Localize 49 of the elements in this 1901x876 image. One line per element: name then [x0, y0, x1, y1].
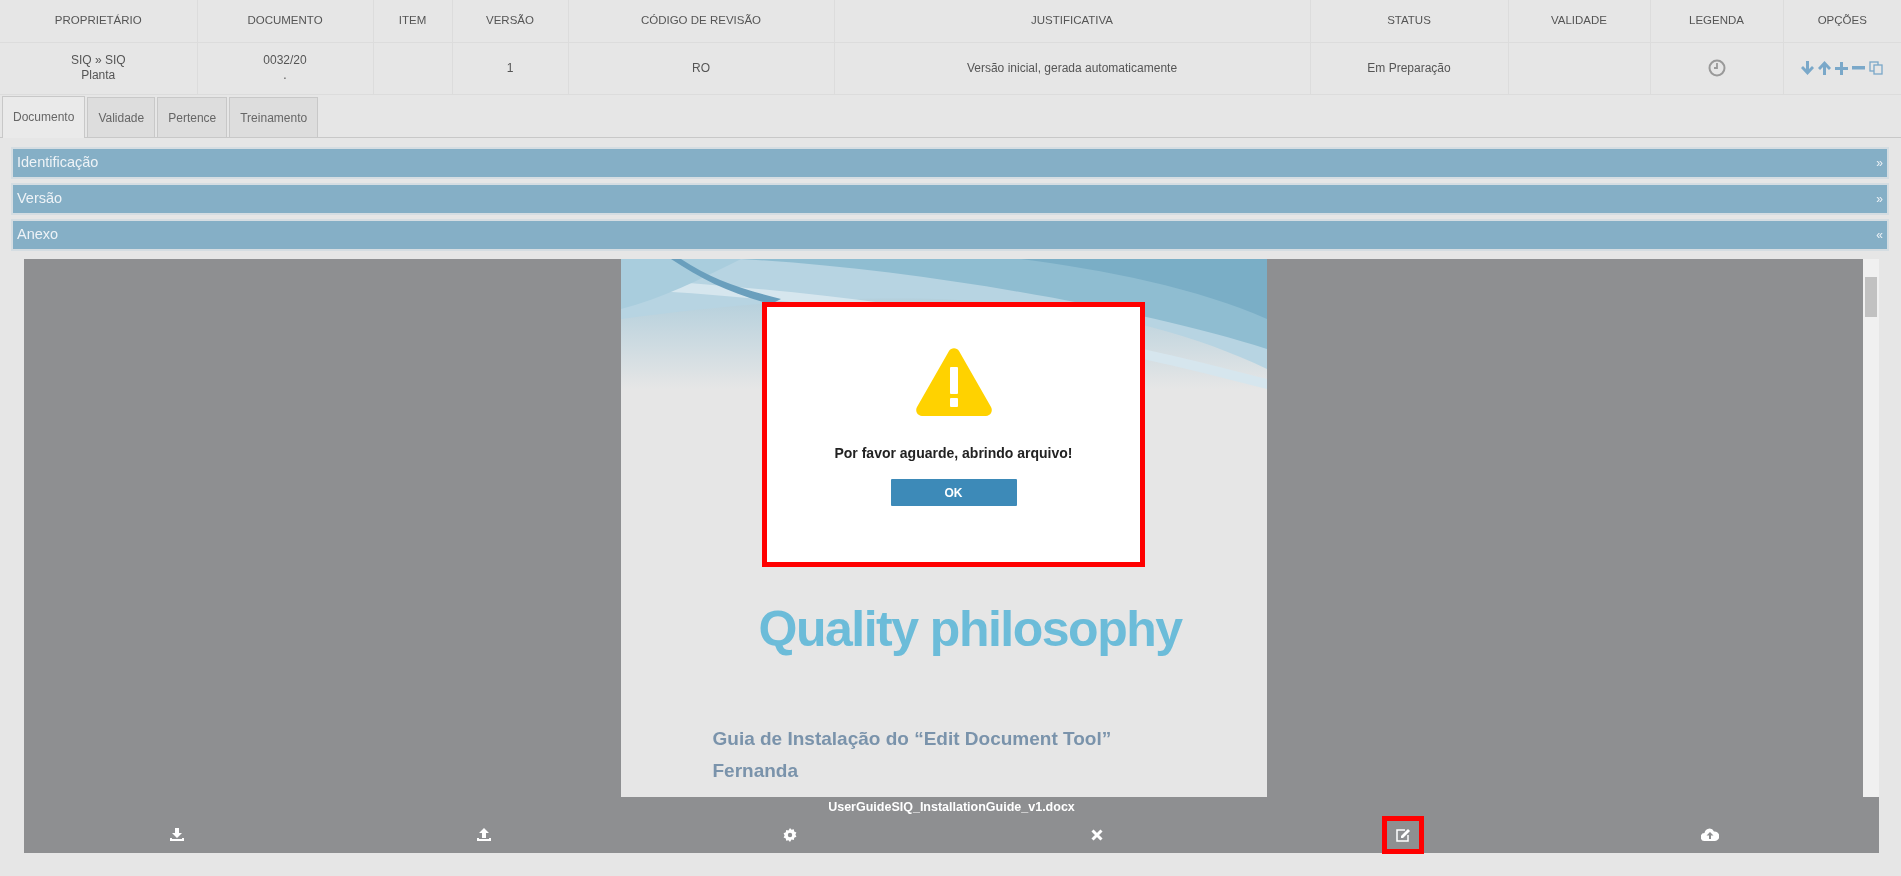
toggle-icon[interactable]: »	[1876, 189, 1883, 208]
column-header: CÓDIGO DE REVISÃO	[568, 0, 834, 42]
copy-icon[interactable]	[1869, 61, 1884, 76]
table-cell: Em Preparação	[1367, 60, 1451, 75]
tab[interactable]: Validade	[87, 96, 156, 137]
panel-header[interactable]: Identificação »	[11, 146, 1889, 179]
document-tagline: Quality philosophy	[758, 600, 1182, 658]
plus-icon[interactable]	[1835, 61, 1849, 75]
table-cell: 1	[506, 60, 514, 75]
column-header: STATUS	[1310, 0, 1508, 42]
warning-icon	[914, 347, 993, 417]
arrow-down-icon[interactable]	[1801, 61, 1815, 76]
table-cell-text: 0032/20 .	[262, 53, 308, 83]
edit-icon	[1395, 827, 1411, 842]
column-header: PROPRIETÁRIO	[0, 0, 197, 42]
toggle-icon[interactable]: «	[1876, 225, 1883, 244]
column-header: VERSÃO	[452, 0, 568, 42]
file-name: UserGuideSIQ_InstallationGuide_v1.docx	[827, 798, 1076, 816]
scrollbar[interactable]	[1863, 258, 1879, 797]
tab[interactable]: Documento	[2, 95, 86, 138]
panel-header[interactable]: Versão »	[11, 182, 1889, 215]
column-header: OPÇÕES	[1783, 0, 1901, 42]
download-icon	[170, 828, 185, 841]
tab[interactable]: Pertence	[157, 96, 228, 137]
close-icon	[1090, 828, 1103, 841]
toggle-icon[interactable]: »	[1876, 153, 1883, 172]
panel-title: Versão	[17, 188, 63, 208]
table-cell-text: SIQ » SIQ Planta	[69, 53, 127, 83]
settings-icon	[783, 827, 798, 842]
column-header: VALIDADE	[1508, 0, 1650, 42]
dialog-message: Por favor aguarde, abrindo arquivo!	[834, 444, 1073, 463]
table-cell: RO	[692, 60, 710, 75]
column-header: JUSTIFICATIVA	[834, 0, 1310, 42]
panel-title: Identificação	[17, 152, 99, 172]
minus-icon[interactable]	[1852, 66, 1866, 71]
upload-icon	[476, 828, 491, 841]
arrow-up-icon[interactable]	[1818, 61, 1832, 76]
tab[interactable]: Treinamento	[229, 96, 319, 137]
panel-title: Anexo	[17, 224, 59, 244]
ok-button[interactable]: OK	[890, 479, 1017, 506]
clock-icon	[1707, 59, 1726, 77]
document-author: Fernanda	[712, 758, 799, 783]
column-header: ITEM	[373, 0, 452, 42]
column-header: DOCUMENTO	[197, 0, 373, 42]
cloud-upload-icon	[1700, 828, 1719, 841]
table-cell: Versão inicial, gerada automaticamente	[966, 60, 1178, 75]
column-header: LEGENDA	[1650, 0, 1783, 42]
document-heading: Guia de Instalação do “Edit Document Tool”	[712, 726, 1112, 751]
panel-header[interactable]: Anexo «	[11, 218, 1889, 251]
